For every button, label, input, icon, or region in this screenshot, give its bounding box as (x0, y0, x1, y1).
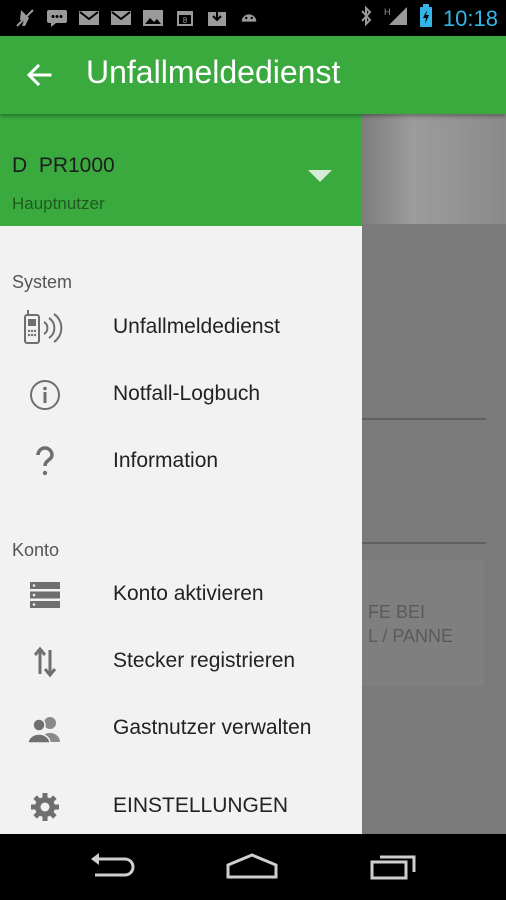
navigation-drawer: D PR1000 Hauptnutzer System Unfallmelded… (0, 114, 362, 834)
info-circle-icon (22, 377, 68, 413)
back-nav-icon[interactable] (82, 848, 142, 884)
section-title-konto: Konto (12, 540, 60, 560)
section-title-system: System (12, 272, 73, 292)
divider (362, 418, 486, 420)
account-role: Hauptnutzer (12, 194, 105, 213)
gmail-icon (78, 7, 100, 29)
menu-item-notfall-logbuch[interactable]: Notfall-Logbuch (0, 367, 362, 423)
signal-icon: H (383, 5, 409, 32)
caret-down-icon[interactable] (308, 170, 332, 182)
menu-item-label: EINSTELLUNGEN (113, 794, 289, 817)
menu-item-label: Stecker registrieren (113, 649, 296, 672)
menu-item-konto-aktivieren[interactable]: Konto aktivieren (0, 567, 362, 623)
android-icon (238, 7, 260, 29)
menu-item-einstellungen[interactable]: EINSTELLUNGEN (0, 779, 362, 835)
divider (362, 542, 486, 544)
gear-icon (22, 789, 68, 825)
navigation-bar (0, 834, 506, 900)
system-status: H 10:18 (359, 4, 498, 33)
menu-item-label: Konto aktivieren (113, 582, 264, 605)
background-content: FE BEI L / PANNE (362, 114, 506, 834)
back-arrow-icon[interactable] (24, 60, 54, 90)
header-image (362, 114, 506, 224)
calendar-icon: 8 (174, 7, 196, 29)
card-text: FE BEI L / PANNE (368, 602, 454, 646)
server-icon (22, 577, 68, 613)
chat-icon (46, 7, 68, 29)
svg-text:H: H (384, 7, 391, 17)
image-icon (142, 7, 164, 29)
account-header[interactable]: D PR1000 Hauptnutzer (0, 114, 362, 226)
gmail-icon (110, 7, 132, 29)
page-title: Unfallmeldedienst (86, 54, 341, 90)
up-down-arrows-icon (22, 644, 68, 680)
notification-icons: 8 (14, 7, 260, 29)
clock: 10:18 (442, 5, 498, 31)
question-icon (22, 444, 68, 480)
menu-item-gastnutzer-verwalten[interactable]: Gastnutzer verwalten (0, 701, 362, 757)
phone-signal-icon (22, 310, 68, 346)
account-name: D PR1000 (12, 154, 115, 177)
menu-item-label: Unfallmeldedienst (113, 315, 280, 338)
mute-icon (14, 7, 36, 29)
battery-charging-icon (419, 4, 433, 33)
status-bar: 8 H 10:18 (0, 0, 506, 36)
download-icon (206, 7, 228, 29)
menu-item-label: Gastnutzer verwalten (113, 716, 312, 739)
people-icon (22, 711, 68, 747)
menu-item-label: Information (113, 449, 219, 472)
menu-item-label: Notfall-Logbuch (113, 382, 261, 405)
svg-text:8: 8 (183, 16, 188, 25)
menu-item-information[interactable]: Information (0, 434, 362, 490)
menu-item-stecker-registrieren[interactable]: Stecker registrieren (0, 634, 362, 690)
menu-item-unfallmeldedienst[interactable]: Unfallmeldedienst (0, 300, 362, 356)
home-nav-icon[interactable] (222, 848, 282, 884)
bluetooth-icon (359, 5, 373, 31)
app-bar: Unfallmeldedienst (0, 36, 506, 114)
recents-nav-icon[interactable] (364, 848, 424, 884)
